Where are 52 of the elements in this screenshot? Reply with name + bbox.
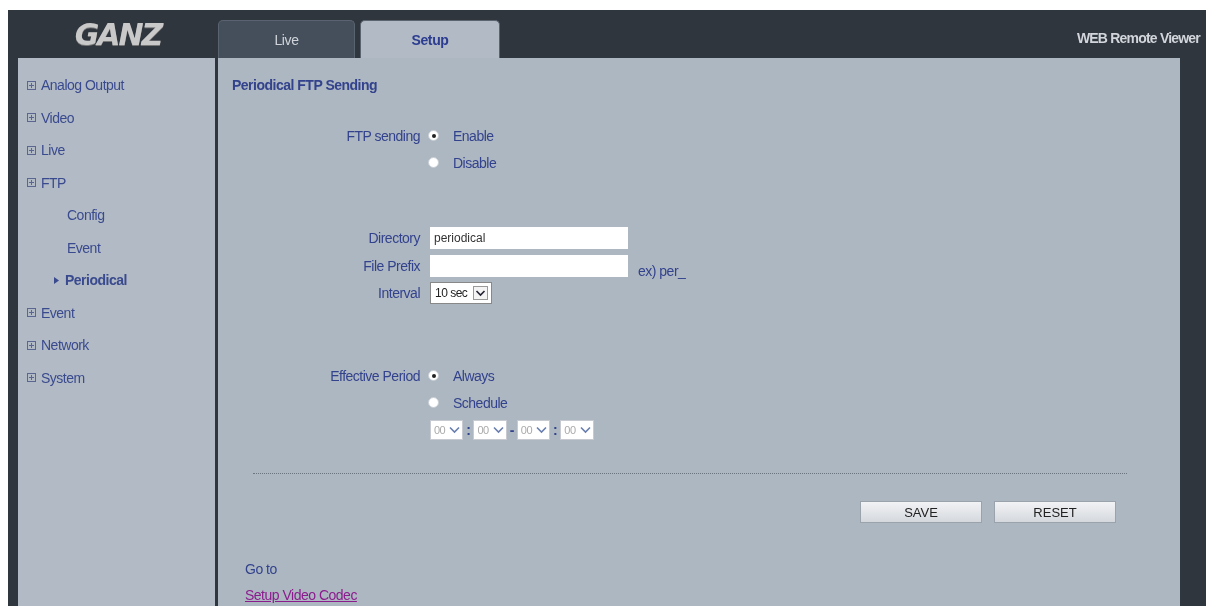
field-label: FTP sending (345, 127, 421, 144)
app-title: WEB Remote Viewer (1076, 30, 1202, 46)
sidebar-item[interactable]: Event (18, 296, 215, 329)
sidebar-item[interactable]: Analog Output (18, 69, 215, 102)
separator-text: : (466, 421, 471, 438)
field-label: Interval (377, 284, 421, 301)
directory-field[interactable]: periodical (430, 226, 628, 249)
triangle-icon (54, 276, 59, 284)
setup-video-codec-link[interactable]: Setup Video Codec (245, 587, 357, 603)
boxed-plus-icon (27, 178, 36, 188)
sidebar-item[interactable]: System (18, 361, 215, 394)
tab[interactable]: Setup (360, 20, 500, 58)
chevron-down-icon (536, 425, 548, 434)
chevron-down-icon (492, 425, 504, 434)
hint-text: ex) per_ (638, 262, 686, 279)
sidebar-item[interactable]: Video (18, 101, 215, 134)
chevron-down-icon (473, 285, 489, 300)
form-button[interactable]: SAVE (860, 501, 982, 523)
boxed-plus-icon (27, 308, 36, 318)
field-label: Directory (367, 229, 422, 246)
radio-label[interactable]: Always (453, 367, 495, 384)
boxed-plus-icon (27, 80, 36, 90)
sidebar-item[interactable]: Periodical (18, 264, 215, 297)
goto-label: Go to (245, 560, 278, 579)
sidebar-item[interactable]: Event (18, 231, 215, 264)
radio-label[interactable]: Enable (453, 127, 494, 144)
sidebar-item[interactable]: FTP (18, 166, 215, 199)
logo: GANZ (73, 16, 164, 52)
sidebar-item[interactable]: Network (18, 329, 215, 362)
form-button[interactable]: RESET (994, 501, 1116, 523)
radio-label[interactable]: Schedule (453, 394, 508, 411)
radio-button[interactable] (428, 370, 439, 381)
sidebar-item[interactable]: Live (18, 134, 215, 167)
chevron-down-icon (579, 425, 591, 434)
section-title: Periodical FTP Sending (232, 76, 379, 95)
boxed-plus-icon (27, 113, 36, 123)
boxed-plus-icon (27, 373, 36, 383)
boxed-plus-icon (27, 340, 36, 350)
tab[interactable]: Live (218, 20, 355, 58)
sidebar-item[interactable]: Config (18, 199, 215, 232)
radio-button[interactable] (428, 157, 439, 168)
interval-dropdown[interactable]: 10 sec (430, 281, 493, 304)
field-label: Effective Period (329, 367, 421, 384)
radio-label[interactable]: Disable (453, 154, 497, 171)
radio-button[interactable] (428, 130, 439, 141)
chevron-down-icon (449, 425, 461, 434)
separator-text: - (509, 421, 514, 438)
field-label: File Prefix (362, 257, 421, 274)
boxed-plus-icon (27, 145, 36, 155)
radio-button[interactable] (428, 397, 439, 408)
separator-text: : (553, 421, 558, 438)
file-prefix-field[interactable] (430, 254, 628, 277)
